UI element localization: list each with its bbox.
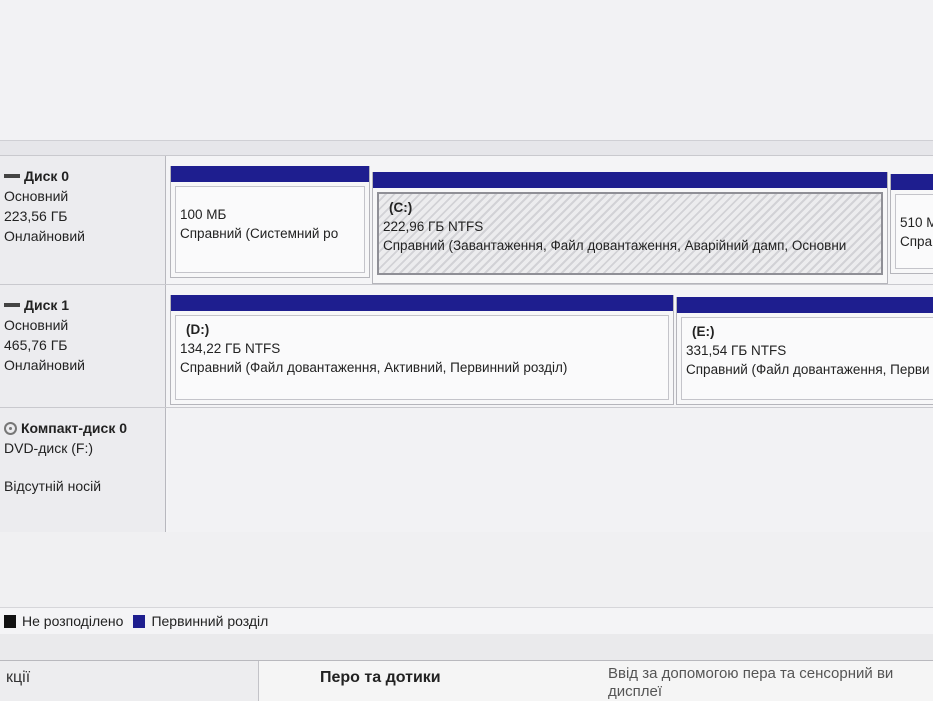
- legend-primary-label: Первинний розділ: [151, 613, 269, 629]
- primary-partition-bar: [171, 295, 673, 311]
- cd-icon: [4, 421, 17, 435]
- disk-name: Компакт-диск 0: [4, 418, 165, 438]
- disk-icon: [4, 174, 20, 178]
- disk-name: Диск 1: [4, 295, 165, 315]
- disk-status: Відсутній носій: [4, 478, 102, 494]
- disk-info-1[interactable]: Диск 1 Основний 465,76 ГБ Онлайновий: [0, 285, 166, 407]
- partition-size: 134,22 ГБ NTFS: [180, 341, 281, 356]
- window-bottom-edge: [0, 634, 933, 660]
- primary-partition-bar: [677, 297, 933, 313]
- volume-letter: (D:): [186, 322, 210, 337]
- legend: Не розподілено Первинний розділ: [0, 607, 933, 634]
- partition-size: 510 М: [900, 215, 933, 230]
- disk-type: Основний: [4, 317, 69, 333]
- partition-size: 222,96 ГБ NTFS: [383, 219, 484, 234]
- disk-status: Онлайновий: [4, 357, 85, 373]
- disk-row-0[interactable]: Диск 0 Основний 223,56 ГБ Онлайновий 100…: [0, 155, 933, 284]
- disk-type: DVD-диск (F:): [4, 440, 93, 456]
- partition-status: Справний (Файл довантаження, Активний, П…: [180, 360, 568, 375]
- cdrom-empty-area: [168, 408, 933, 532]
- partition-system-reserved[interactable]: 100 МБ Справний (Системний ро: [170, 166, 370, 278]
- legend-primary-swatch: [133, 614, 146, 628]
- disk-icon: [4, 303, 20, 307]
- disk-type: Основний: [4, 188, 69, 204]
- partition-status: Спра: [900, 234, 933, 249]
- partition-c[interactable]: (C:) 222,96 ГБ NTFS Справний (Завантажен…: [372, 172, 888, 284]
- volume-letter: (E:): [692, 324, 715, 339]
- empty-volume-list-area: [0, 0, 933, 140]
- disk-size: 223,56 ГБ: [4, 208, 68, 224]
- partition-recovery[interactable]: 510 М Спра: [890, 174, 933, 274]
- primary-partition-bar: [171, 166, 369, 182]
- partition-d[interactable]: (D:) 134,22 ГБ NTFS Справний (Файл дован…: [170, 295, 674, 405]
- legend-unallocated-swatch: [4, 614, 16, 628]
- background-control-panel: кції Перо та дотики Ввід за допомогою пе…: [0, 660, 933, 701]
- partition-e[interactable]: (E:) 331,54 ГБ NTFS Справний (Файл дован…: [676, 297, 933, 405]
- primary-partition-bar: [373, 172, 887, 188]
- disk-size: 465,76 ГБ: [4, 337, 68, 353]
- disk-status: Онлайновий: [4, 228, 85, 244]
- partition-status: Справний (Системний ро: [180, 226, 339, 241]
- disk-info-0[interactable]: Диск 0 Основний 223,56 ГБ Онлайновий: [0, 156, 166, 284]
- volume-letter: (C:): [389, 200, 413, 215]
- partition-status: Справний (Завантаження, Файл довантаженн…: [383, 238, 847, 253]
- legend-unallocated-label: Не розподілено: [22, 613, 124, 629]
- pen-touch-description: Ввід за допомогою пера та сенсорний ви д…: [608, 665, 894, 700]
- pen-touch-title[interactable]: Перо та дотики: [320, 669, 441, 687]
- primary-partition-bar: [891, 174, 933, 190]
- disk-map-empty-space: [0, 532, 933, 607]
- pane-splitter[interactable]: [0, 140, 933, 155]
- category-fragment: кції: [6, 669, 31, 686]
- category-column[interactable]: кції: [0, 661, 259, 701]
- partition-status: Справний (Файл довантаження, Перви: [686, 362, 930, 377]
- disk-row-1[interactable]: Диск 1 Основний 465,76 ГБ Онлайновий (D:…: [0, 284, 933, 407]
- partition-size: 100 МБ: [180, 207, 227, 222]
- partition-size: 331,54 ГБ NTFS: [686, 343, 787, 358]
- disk-name: Диск 0: [4, 166, 165, 186]
- disk-info-cdrom[interactable]: Компакт-диск 0 DVD-диск (F:) Відсутній н…: [0, 408, 166, 532]
- disk-row-cdrom[interactable]: Компакт-диск 0 DVD-диск (F:) Відсутній н…: [0, 407, 933, 532]
